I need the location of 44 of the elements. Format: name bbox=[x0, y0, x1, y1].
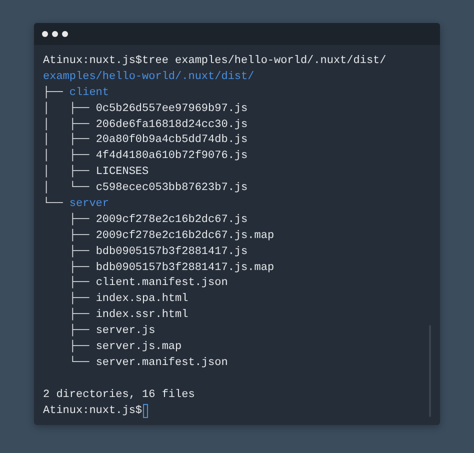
file-name: 4f4d4180a610b72f9076.js bbox=[96, 149, 248, 164]
command-line: Atinux:nuxt.js$tree examples/hello-world/.nuxt/dist/ bbox=[43, 54, 386, 69]
file-name: 0c5b26d557ee97969b97.js bbox=[96, 102, 248, 117]
summary-text: 2 directories, 16 files bbox=[43, 388, 195, 403]
tree-branch: ├── bbox=[68, 260, 90, 276]
tree-branch: ├── bbox=[43, 86, 64, 101]
directory-name: examples/hello-world/.nuxt/dist/ bbox=[43, 70, 254, 85]
file-name: LICENSES bbox=[96, 165, 149, 180]
window-dot-icon[interactable] bbox=[52, 31, 58, 37]
tree-branch: ├── bbox=[68, 212, 90, 228]
file-name: client.manifest.json bbox=[96, 276, 228, 292]
window-dot-icon[interactable] bbox=[42, 31, 48, 37]
prompt-text: Atinux:nuxt.js$ bbox=[43, 404, 142, 419]
file-name: server.js bbox=[96, 324, 156, 340]
tree-branch: │ ├── bbox=[43, 149, 90, 164]
tree-branch: ├── bbox=[68, 340, 90, 356]
file-name: c598ecec053bb87623b7.js bbox=[96, 181, 248, 196]
text-cursor bbox=[143, 404, 148, 418]
file-name: 2009cf278e2c16b2dc67.js bbox=[96, 212, 248, 228]
directory-name: server bbox=[69, 197, 110, 212]
tree-branch: │ └── bbox=[43, 181, 90, 196]
file-name: index.ssr.html bbox=[96, 308, 188, 324]
tree-branch: │ ├── bbox=[43, 118, 90, 132]
file-name: 2009cf278e2c16b2dc67.js.map bbox=[96, 228, 274, 244]
file-name: server.js.map bbox=[96, 340, 182, 356]
directory-name: client bbox=[69, 86, 110, 101]
tree-branch: │ ├── bbox=[43, 165, 90, 180]
tree-branch: └── bbox=[43, 197, 64, 212]
file-name: 20a80f0b9a4cb5dd74db.js bbox=[96, 133, 248, 148]
window-dot-icon[interactable] bbox=[62, 31, 68, 37]
file-name: 206de6fa16818d24cc30.js bbox=[96, 118, 248, 133]
tree-branch: ├── bbox=[68, 276, 90, 292]
tree-branch: ├── bbox=[68, 228, 90, 244]
tree-branch: ├── bbox=[68, 244, 90, 260]
tree-branch: ├── bbox=[68, 292, 90, 308]
tree-branch: ├── bbox=[68, 308, 90, 324]
tree-branch: │ ├── bbox=[43, 133, 90, 148]
file-name: index.spa.html bbox=[96, 292, 188, 308]
tree-branch: │ ├── bbox=[43, 102, 90, 117]
file-name: bdb0905157b3f2881417.js bbox=[96, 244, 248, 260]
tree-branch: └── bbox=[68, 356, 90, 371]
file-name: server.manifest.json bbox=[96, 356, 228, 371]
tree-branch: ├── bbox=[68, 324, 90, 340]
file-name: bdb0905157b3f2881417.js.map bbox=[96, 260, 274, 276]
